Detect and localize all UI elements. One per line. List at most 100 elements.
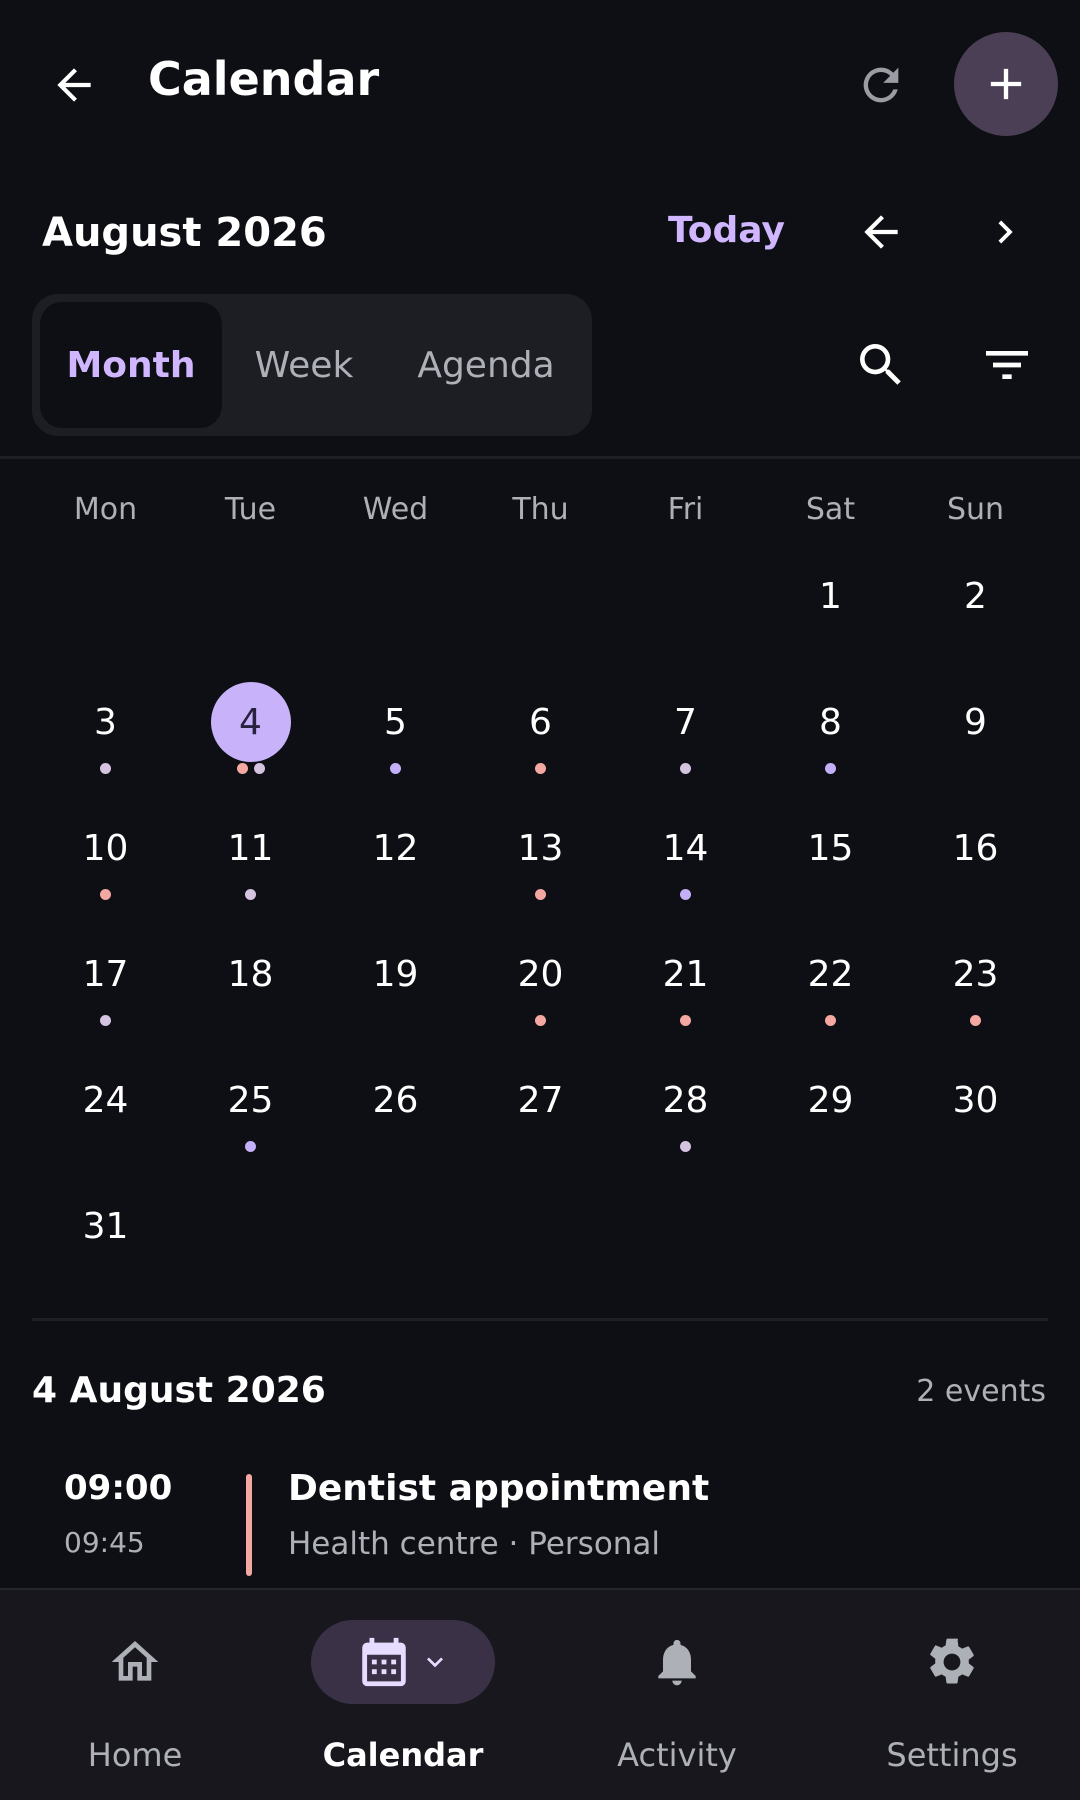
event-end-time: 09:45 bbox=[64, 1526, 145, 1559]
day-cell[interactable]: 18 bbox=[178, 913, 323, 1039]
day-number: 18 bbox=[227, 953, 274, 995]
event-dot bbox=[825, 763, 836, 774]
weekday-label: Sat bbox=[805, 492, 856, 527]
day-cell[interactable]: 14 bbox=[613, 787, 758, 913]
day-cell[interactable]: 10 bbox=[33, 787, 178, 913]
day-cell[interactable]: 8 bbox=[758, 661, 903, 787]
day-cell[interactable]: 1 bbox=[758, 535, 903, 661]
event-indicators bbox=[680, 1141, 691, 1153]
day-number: 28 bbox=[662, 1079, 709, 1121]
day-cell[interactable]: 17 bbox=[33, 913, 178, 1039]
event-indicators bbox=[100, 889, 111, 901]
view-switcher: Month Week Agenda bbox=[32, 294, 592, 436]
day-cell[interactable]: 27 bbox=[468, 1039, 613, 1165]
day-cell[interactable]: 21 bbox=[613, 913, 758, 1039]
day-cell[interactable]: 25 bbox=[178, 1039, 323, 1165]
nav-activity[interactable]: Activity bbox=[542, 1590, 812, 1800]
search-icon bbox=[860, 344, 901, 385]
day-number: 2 bbox=[964, 575, 987, 617]
back-button[interactable] bbox=[34, 40, 114, 130]
previous-month-button[interactable] bbox=[842, 190, 920, 274]
day-cell[interactable]: 16 bbox=[903, 787, 1048, 913]
day-cell[interactable]: 29 bbox=[758, 1039, 903, 1165]
bell-icon bbox=[658, 1639, 696, 1686]
day-number: 23 bbox=[952, 953, 999, 995]
day-cell[interactable]: 19 bbox=[323, 913, 468, 1039]
app-bar: Calendar bbox=[0, 0, 1080, 170]
nav-icon-wrap bbox=[311, 1620, 495, 1704]
nav-icon-wrap bbox=[860, 1620, 1044, 1704]
event-indicators bbox=[535, 763, 546, 775]
weekday-label: Thu bbox=[512, 492, 569, 527]
nav-label: Activity bbox=[617, 1736, 737, 1774]
gear-icon bbox=[930, 1638, 974, 1684]
refresh-icon bbox=[863, 67, 899, 103]
nav-label: Home bbox=[87, 1736, 183, 1774]
day-number: 1 bbox=[819, 575, 842, 617]
event-dot bbox=[100, 1015, 111, 1026]
day-number: 4 bbox=[210, 682, 291, 762]
search-button[interactable] bbox=[836, 320, 926, 410]
weekday-header: Mon Tue Wed Thu Fri Sat Sun bbox=[0, 492, 1080, 532]
day-number: 24 bbox=[82, 1079, 129, 1121]
day-cell[interactable]: 3 bbox=[33, 661, 178, 787]
nav-icon-wrap bbox=[43, 1620, 227, 1704]
event-start-time: 09:00 bbox=[64, 1468, 173, 1508]
arrow-left-icon bbox=[864, 215, 898, 249]
event-indicators bbox=[245, 1141, 256, 1153]
nav-settings[interactable]: Settings bbox=[817, 1590, 1080, 1800]
event-dot bbox=[535, 889, 546, 900]
day-cell[interactable]: 13 bbox=[468, 787, 613, 913]
tab-agenda[interactable]: Agenda bbox=[388, 302, 584, 428]
day-cell[interactable]: 28 bbox=[613, 1039, 758, 1165]
today-button[interactable]: Today bbox=[668, 210, 785, 251]
arrow-left-icon bbox=[57, 68, 91, 102]
event-dot bbox=[253, 763, 265, 774]
day-cell[interactable]: 24 bbox=[33, 1039, 178, 1165]
filter-icon bbox=[986, 351, 1028, 379]
day-number: 10 bbox=[82, 827, 129, 869]
day-cell[interactable]: 5 bbox=[323, 661, 468, 787]
day-cell[interactable]: 15 bbox=[758, 787, 903, 913]
day-cell[interactable]: 12 bbox=[323, 787, 468, 913]
day-cell[interactable]: 7 bbox=[613, 661, 758, 787]
day-cell[interactable]: 30 bbox=[903, 1039, 1048, 1165]
nav-label: Calendar bbox=[322, 1736, 484, 1774]
day-cell[interactable]: 6 bbox=[468, 661, 613, 787]
tab-month[interactable]: Month bbox=[40, 302, 222, 428]
day-cell[interactable]: 26 bbox=[323, 1039, 468, 1165]
event-color-bar bbox=[246, 1474, 252, 1576]
event-indicators bbox=[236, 763, 265, 775]
month-label: August 2026 bbox=[42, 210, 327, 256]
day-cell[interactable]: 9 bbox=[903, 661, 1048, 787]
event-indicators bbox=[535, 889, 546, 901]
event-item[interactable]: 09:00 09:45 Dentist appointment Health c… bbox=[32, 1460, 1048, 1590]
filter-button[interactable] bbox=[962, 320, 1052, 410]
event-indicators bbox=[825, 763, 836, 775]
event-dot bbox=[236, 763, 248, 774]
event-dot bbox=[680, 763, 691, 774]
day-cell[interactable]: 11 bbox=[178, 787, 323, 913]
day-number: 11 bbox=[227, 827, 274, 869]
day-cell[interactable]: 22 bbox=[758, 913, 903, 1039]
day-cell[interactable]: 2 bbox=[903, 535, 1048, 661]
day-cell[interactable]: 23 bbox=[903, 913, 1048, 1039]
add-event-button[interactable] bbox=[954, 32, 1058, 136]
refresh-button[interactable] bbox=[836, 40, 926, 130]
chevron-right-icon bbox=[998, 220, 1013, 244]
nav-home[interactable]: Home bbox=[0, 1590, 270, 1800]
tab-week[interactable]: Week bbox=[232, 302, 376, 428]
day-number: 5 bbox=[384, 701, 407, 743]
chevron-down-icon bbox=[427, 1657, 443, 1668]
nav-calendar[interactable]: Calendar bbox=[268, 1590, 538, 1800]
divider bbox=[0, 456, 1080, 459]
day-cell[interactable]: 20 bbox=[468, 913, 613, 1039]
day-number: 19 bbox=[372, 953, 419, 995]
day-cell-selected[interactable]: 4 bbox=[178, 661, 323, 787]
day-cell[interactable]: 31 bbox=[33, 1165, 178, 1291]
page-title: Calendar bbox=[148, 52, 380, 106]
next-month-button[interactable] bbox=[966, 190, 1044, 274]
weekday-label: Mon bbox=[73, 492, 138, 527]
day-number: 7 bbox=[674, 701, 697, 743]
event-indicators bbox=[970, 1015, 981, 1027]
